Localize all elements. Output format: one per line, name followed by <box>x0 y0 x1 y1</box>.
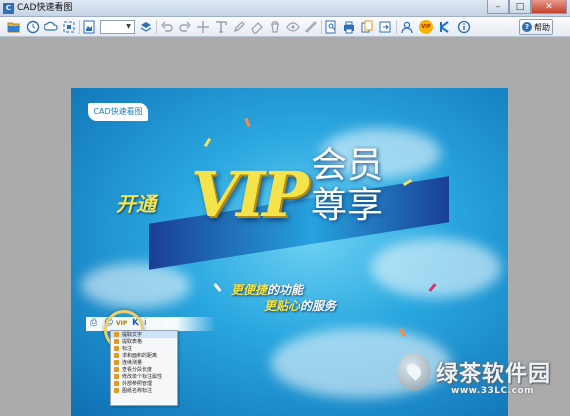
menu-item-label: 提取文字 <box>122 332 143 338</box>
menu-item-icon <box>114 360 119 365</box>
about-icon[interactable] <box>456 19 472 35</box>
chevron-down-icon: ▼ <box>126 23 131 30</box>
eye-icon[interactable] <box>285 19 301 35</box>
search-doc-icon[interactable] <box>323 19 339 35</box>
menu-item-label: 提取表格 <box>122 339 143 345</box>
vip-icon[interactable]: VIP <box>418 19 434 35</box>
help-button[interactable]: ? 帮助 <box>519 19 553 35</box>
user-icon[interactable] <box>399 19 415 35</box>
copy-icon[interactable] <box>359 19 375 35</box>
folder-open-icon[interactable] <box>6 19 22 35</box>
help-label: 帮助 <box>534 22 550 32</box>
context-menu-item: 查看分段长度 <box>111 366 177 373</box>
trash-icon[interactable] <box>267 19 283 35</box>
pencil-icon[interactable] <box>231 19 247 35</box>
text-icon[interactable] <box>213 19 229 35</box>
context-menu-item: 提取表格 <box>111 338 177 345</box>
cloud-decoration <box>81 263 191 308</box>
k-icon[interactable] <box>437 19 453 35</box>
image-icon[interactable] <box>81 19 97 35</box>
promo-subtitle-2: 更贴心的服务 <box>264 297 336 314</box>
context-menu-item: 外部参照管理 <box>111 380 177 387</box>
promo-subtitle-1-rest: 的功能 <box>267 283 304 297</box>
maximize-button[interactable]: □ <box>509 0 531 14</box>
promo-subtitle-2-rest: 的服务 <box>300 299 337 313</box>
help-icon: ? <box>522 22 532 32</box>
promo-subtitle-1: 更便捷的功能 <box>231 281 303 298</box>
menu-item-label: 外部参照管理 <box>122 381 153 387</box>
redo-icon[interactable] <box>177 19 193 35</box>
undo-icon[interactable] <box>159 19 175 35</box>
print-icon: ⎙ <box>90 318 98 328</box>
confetti <box>244 117 251 128</box>
promo-member-text: 会员 尊享 <box>311 146 383 226</box>
window-controls: – □ ✕ <box>487 0 567 15</box>
toolbar-separator <box>156 20 157 34</box>
fit-screen-icon[interactable] <box>61 19 77 35</box>
menu-item-label: 求和面积的距离 <box>122 353 158 359</box>
context-menu-item: 连续测量 <box>111 359 177 366</box>
vip-badge: VIP <box>419 20 433 34</box>
menu-item-icon <box>114 332 119 337</box>
menu-item-label: 标注 <box>122 346 133 352</box>
measure-icon[interactable] <box>303 19 319 35</box>
close-button[interactable]: ✕ <box>531 0 567 14</box>
watermark-name: 绿茶软件园 <box>436 362 552 387</box>
main-toolbar: ▼ VIP ? 帮助 <box>0 17 570 37</box>
menu-item-icon <box>114 381 119 386</box>
watermark-logo <box>397 353 431 391</box>
menu-item-label: 图纸名称标注 <box>122 388 153 394</box>
context-menu-item: 提取文字 <box>111 331 177 338</box>
promo-kaitong-text: 开通 <box>116 192 156 216</box>
toolbar-separator <box>396 20 397 34</box>
menu-item-label: 查看分段长度 <box>122 367 153 373</box>
layers-icon[interactable] <box>138 19 154 35</box>
minimize-button[interactable]: – <box>487 0 509 14</box>
window-title: CAD快速看图 <box>17 3 73 13</box>
title-bar: C CAD快速看图 – □ ✕ <box>0 0 570 17</box>
app-icon: C <box>3 3 14 14</box>
menu-item-icon <box>114 374 119 379</box>
menu-item-icon <box>114 353 119 358</box>
promo-member-top: 会员 <box>311 145 384 186</box>
confetti <box>203 137 212 148</box>
cad-logo: CAD快速看图 <box>88 103 148 121</box>
cloud-icon[interactable] <box>43 19 59 35</box>
context-menu-item: 图纸名称标注 <box>111 387 177 394</box>
eraser-icon[interactable] <box>249 19 265 35</box>
menu-item-icon <box>114 388 119 393</box>
context-menu-preview: 提取文字 提取表格 标注 求和面积的距离 连续测量 查看分段长度 修改单个标注属… <box>110 330 178 406</box>
move-icon[interactable] <box>195 19 211 35</box>
promo-subtitle-2-highlight: 更贴心 <box>264 299 301 313</box>
promo-member-bottom: 尊享 <box>311 185 384 226</box>
promo-vip-text: VIP <box>191 158 309 231</box>
context-menu-item: 标注 <box>111 345 177 352</box>
export-icon[interactable] <box>377 19 393 35</box>
print-icon[interactable] <box>341 19 357 35</box>
menu-item-icon <box>114 367 119 372</box>
menu-item-label: 修改单个标注属性 <box>122 374 163 380</box>
zoom-select[interactable]: ▼ <box>100 20 135 34</box>
promo-subtitle-1-highlight: 更便捷 <box>231 283 268 297</box>
clock-icon[interactable] <box>25 19 41 35</box>
confetti <box>213 283 222 292</box>
context-menu-item: 求和面积的距离 <box>111 352 177 359</box>
watermark-url: www.33LC.com <box>451 386 534 396</box>
menu-item-label: 连续测量 <box>122 360 143 366</box>
toolbar-separator <box>79 20 80 34</box>
info-icon: i <box>144 318 147 328</box>
cloud-decoration <box>371 238 501 298</box>
toolbar-separator <box>321 20 322 34</box>
menu-item-icon <box>114 339 119 344</box>
menu-item-icon <box>114 346 119 351</box>
context-menu-item: 修改单个标注属性 <box>111 373 177 380</box>
